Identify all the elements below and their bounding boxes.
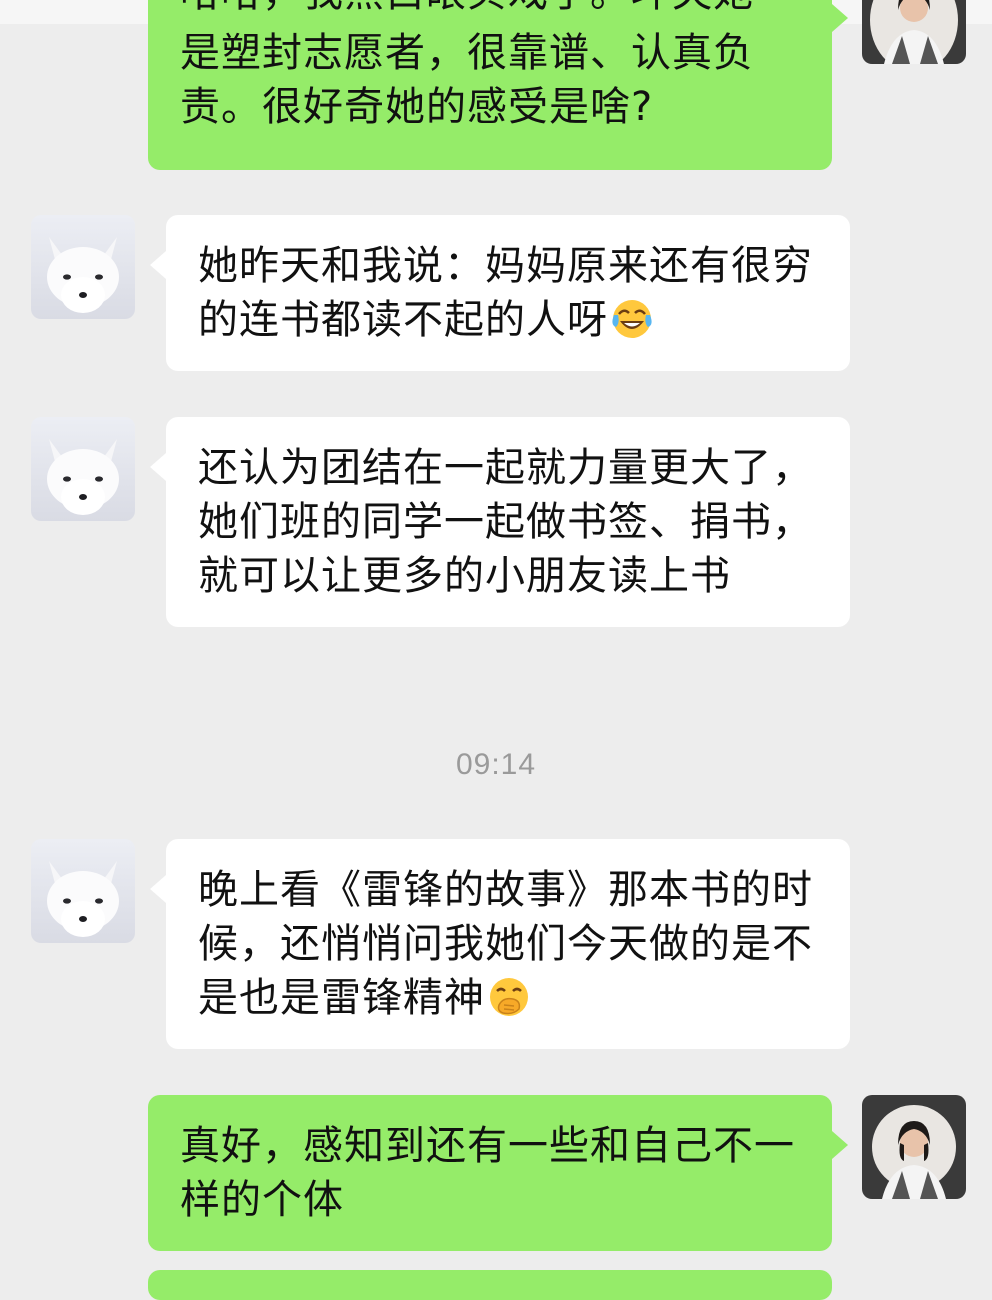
message-text: 她昨天和我说：妈妈原来还有很穷的连书都读不起的人呀	[198, 243, 813, 343]
incoming-avatar[interactable]	[31, 839, 135, 943]
partial-top-line: 哈哈，我黑白眼贝戏了。坏央她	[180, 0, 800, 20]
incoming-message-bubble[interactable]: 还认为团结在一起就力量更大了，她们班的同学一起做书签、捐书，就可以让更多的小朋友…	[150, 417, 850, 627]
face-with-tears-of-joy-icon	[610, 297, 654, 341]
incoming-message-bubble[interactable]: 她昨天和我说：妈妈原来还有很穷的连书都读不起的人呀	[150, 215, 850, 371]
outgoing-avatar[interactable]	[862, 0, 966, 64]
outgoing-message-bubble[interactable]: 真好，感知到还有一些和自己不一样的个体	[148, 1095, 848, 1251]
message-text: 是塑封志愿者，很靠谱、认真负责。很好奇她的感受是啥?	[180, 30, 754, 130]
face-with-hand-over-mouth-icon	[487, 975, 531, 1019]
arctic-fox-avatar-icon	[31, 215, 135, 319]
outgoing-avatar[interactable]	[862, 1095, 966, 1199]
incoming-avatar[interactable]	[31, 417, 135, 521]
woman-portrait-avatar-icon	[862, 1095, 966, 1199]
message-text: 真好，感知到还有一些和自己不一样的个体	[180, 1123, 795, 1223]
next-message-bubble-partial[interactable]	[148, 1270, 832, 1300]
message-timestamp: 09:14	[455, 748, 537, 781]
chat-area[interactable]: 哈哈，我黑白眼贝戏了。坏央她 是塑封志愿者，很靠谱、认真负责。很好奇她的感受是啥…	[0, 0, 992, 1300]
woman-portrait-avatar-icon	[862, 0, 966, 64]
incoming-avatar[interactable]	[31, 215, 135, 319]
arctic-fox-avatar-icon	[31, 417, 135, 521]
arctic-fox-avatar-icon	[31, 839, 135, 943]
outgoing-message-bubble[interactable]: 哈哈，我黑白眼贝戏了。坏央她 是塑封志愿者，很靠谱、认真负责。很好奇她的感受是啥…	[148, 0, 848, 170]
message-text: 还认为团结在一起就力量更大了，她们班的同学一起做书签、捐书，就可以让更多的小朋友…	[198, 445, 813, 599]
incoming-message-bubble[interactable]: 晚上看《雷锋的故事》那本书的时候，还悄悄问我她们今天做的是不是也是雷锋精神	[150, 839, 850, 1049]
